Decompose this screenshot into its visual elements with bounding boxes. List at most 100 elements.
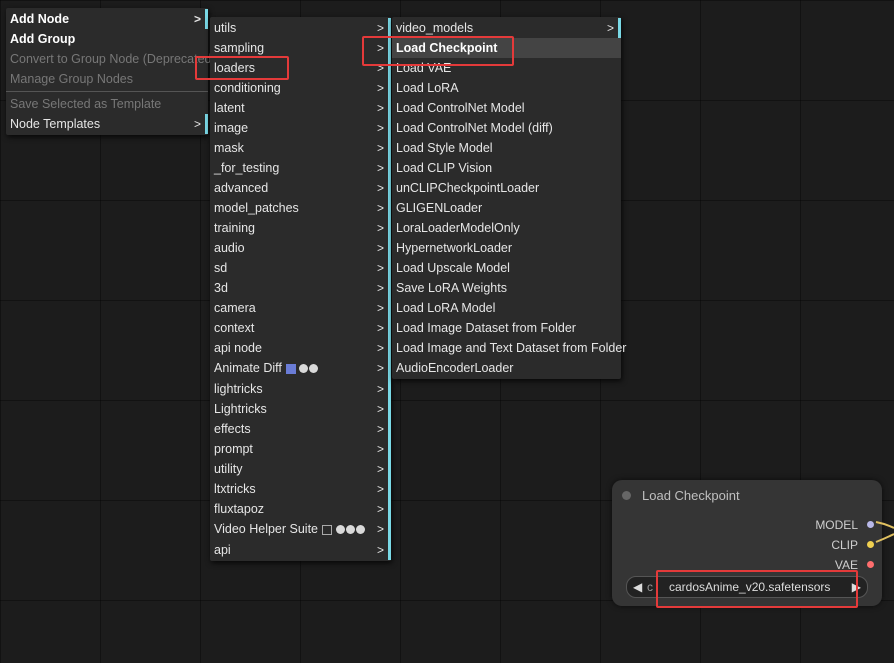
menu-item-label: AudioEncoderLoader: [396, 361, 514, 375]
submenu-arrow-icon: >: [606, 21, 614, 35]
submenu-arrow-icon: >: [376, 301, 384, 315]
animatediff-badge-icon: [285, 358, 318, 379]
combo-prefix: c: [647, 580, 653, 594]
menu-item-label: latent: [214, 101, 245, 115]
menu-item-label: effects: [214, 422, 251, 436]
menu-item-gligenloader[interactable]: GLIGENLoader: [392, 198, 621, 218]
menu-item-3d[interactable]: 3d >: [210, 278, 391, 298]
menu-item-audioencoderloader[interactable]: AudioEncoderLoader: [392, 358, 621, 378]
submenu-arrow-icon: >: [376, 41, 384, 55]
menu-item-load-lora[interactable]: Load LoRA: [392, 78, 621, 98]
output-vae-label: VAE: [834, 558, 858, 572]
output-vae-dot[interactable]: [867, 561, 874, 568]
menu-item-load-image-dataset-from-folder[interactable]: Load Image Dataset from Folder: [392, 318, 621, 338]
submenu-arrow-icon: >: [193, 117, 201, 131]
menu-item-load-controlnet-model-diff[interactable]: Load ControlNet Model (diff): [392, 118, 621, 138]
node-collapse-dot[interactable]: [622, 491, 631, 500]
menu-item-load-image-and-text-dataset-from-folder[interactable]: Load Image and Text Dataset from Folder: [392, 338, 626, 358]
menu-item-save-selected-as-template: Save Selected as Template: [6, 94, 208, 114]
menu-item-add-node[interactable]: Add Node >: [6, 9, 208, 29]
menu-item-audio[interactable]: audio >: [210, 238, 391, 258]
load-checkpoint-node[interactable]: Load Checkpoint MODEL CLIP VAE ◀ c cardo…: [612, 480, 882, 606]
menu-item-load-clip-vision[interactable]: Load CLIP Vision: [392, 158, 621, 178]
submenu-arrow-icon: >: [376, 261, 384, 275]
menu-item-api[interactable]: api >: [210, 540, 391, 560]
menu-item-lightricks[interactable]: Lightricks >: [210, 399, 391, 419]
ckpt-name-combo[interactable]: ◀ c cardosAnime_v20.safetensors ▶: [626, 576, 868, 598]
output-model-dot[interactable]: [867, 521, 874, 528]
menu-item-fluxtapoz[interactable]: fluxtapoz >: [210, 499, 391, 519]
menu-item-label: Add Node: [10, 12, 70, 26]
menu-item-label: context: [214, 321, 255, 335]
menu-item-load-lora-model[interactable]: Load LoRA Model: [392, 298, 621, 318]
menu-item-label: model_patches: [214, 201, 299, 215]
menu-item-label: Add Group: [10, 32, 76, 46]
menu-item-label: Convert to Group Node (Deprecated): [10, 52, 216, 66]
wire-stubs: [875, 521, 894, 543]
menu-item-label: api: [214, 543, 231, 557]
menu-item-api-node[interactable]: api node >: [210, 338, 391, 358]
submenu-arrow-icon: >: [376, 442, 384, 456]
menu-item-convert-to-group-node-deprecated: Convert to Group Node (Deprecated): [6, 49, 216, 69]
menu-item-unclipcheckpointloader[interactable]: unCLIPCheckpointLoader: [392, 178, 621, 198]
menu-item-label: 3d: [214, 281, 228, 295]
menu-item-label: Lightricks: [214, 402, 267, 416]
menu-item-sd[interactable]: sd >: [210, 258, 391, 278]
menu-item-load-checkpoint[interactable]: Load Checkpoint: [392, 38, 621, 58]
menu-item-save-lora-weights[interactable]: Save LoRA Weights: [392, 278, 621, 298]
submenu-arrow-icon: >: [376, 321, 384, 335]
menu-item-utils[interactable]: utils >: [210, 18, 391, 38]
menu-item-training[interactable]: training >: [210, 218, 391, 238]
menu-item-load-style-model[interactable]: Load Style Model: [392, 138, 621, 158]
menu-item-label: utility: [214, 462, 243, 476]
combo-right-arrow-icon[interactable]: ▶: [852, 577, 861, 597]
submenu-arrow-icon: >: [376, 241, 384, 255]
menu-item-for-testing[interactable]: _for_testing >: [210, 158, 391, 178]
menu-item-video-models[interactable]: video_models >: [392, 18, 621, 38]
menu-item-ltxtricks[interactable]: ltxtricks >: [210, 479, 391, 499]
menu-item-label: Load LoRA Model: [396, 301, 496, 315]
combo-value: cardosAnime_v20.safetensors: [669, 580, 831, 594]
menu-item-video-helper-suite[interactable]: Video Helper Suite >: [210, 519, 391, 540]
context-menu-categories: utils > sampling > loaders > conditioning > late…: [210, 17, 391, 561]
menu-separator: [6, 91, 208, 92]
menu-item-label: video_models: [396, 21, 474, 35]
menu-item-lightricks[interactable]: lightricks >: [210, 379, 391, 399]
menu-item-label: mask: [214, 141, 244, 155]
menu-item-advanced[interactable]: advanced >: [210, 178, 391, 198]
menu-item-prompt[interactable]: prompt >: [210, 439, 391, 459]
menu-item-label: Video Helper Suite: [214, 522, 319, 536]
submenu-arrow-icon: >: [376, 361, 384, 375]
menu-item-loaders[interactable]: loaders >: [210, 58, 391, 78]
menu-item-label: Load CLIP Vision: [396, 161, 493, 175]
menu-item-node-templates[interactable]: Node Templates >: [6, 114, 208, 134]
menu-item-conditioning[interactable]: conditioning >: [210, 78, 391, 98]
output-clip-dot[interactable]: [867, 541, 874, 548]
combo-left-arrow-icon[interactable]: ◀: [633, 577, 642, 597]
menu-item-image[interactable]: image >: [210, 118, 391, 138]
submenu-arrow-icon: >: [376, 81, 384, 95]
menu-item-utility[interactable]: utility >: [210, 459, 391, 479]
submenu-arrow-icon: >: [376, 522, 384, 536]
menu-item-sampling[interactable]: sampling >: [210, 38, 391, 58]
menu-item-context[interactable]: context >: [210, 318, 391, 338]
submenu-arrow-icon: >: [376, 101, 384, 115]
submenu-arrow-icon: >: [376, 181, 384, 195]
menu-item-label: Load Image Dataset from Folder: [396, 321, 576, 335]
menu-item-effects[interactable]: effects >: [210, 419, 391, 439]
submenu-arrow-icon: >: [376, 121, 384, 135]
submenu-arrow-icon: >: [376, 21, 384, 35]
menu-item-label: Load Style Model: [396, 141, 493, 155]
menu-item-mask[interactable]: mask >: [210, 138, 391, 158]
menu-item-load-controlnet-model[interactable]: Load ControlNet Model: [392, 98, 621, 118]
menu-item-latent[interactable]: latent >: [210, 98, 391, 118]
menu-item-add-group[interactable]: Add Group: [6, 29, 208, 49]
menu-item-load-vae[interactable]: Load VAE: [392, 58, 621, 78]
menu-item-model-patches[interactable]: model_patches >: [210, 198, 391, 218]
menu-item-load-upscale-model[interactable]: Load Upscale Model: [392, 258, 621, 278]
menu-item-animate-diff[interactable]: Animate Diff >: [210, 358, 391, 379]
menu-item-loraloadermodelonly[interactable]: LoraLoaderModelOnly: [392, 218, 621, 238]
menu-item-hypernetworkloader[interactable]: HypernetworkLoader: [392, 238, 621, 258]
menu-item-camera[interactable]: camera >: [210, 298, 391, 318]
menu-item-label: camera: [214, 301, 256, 315]
